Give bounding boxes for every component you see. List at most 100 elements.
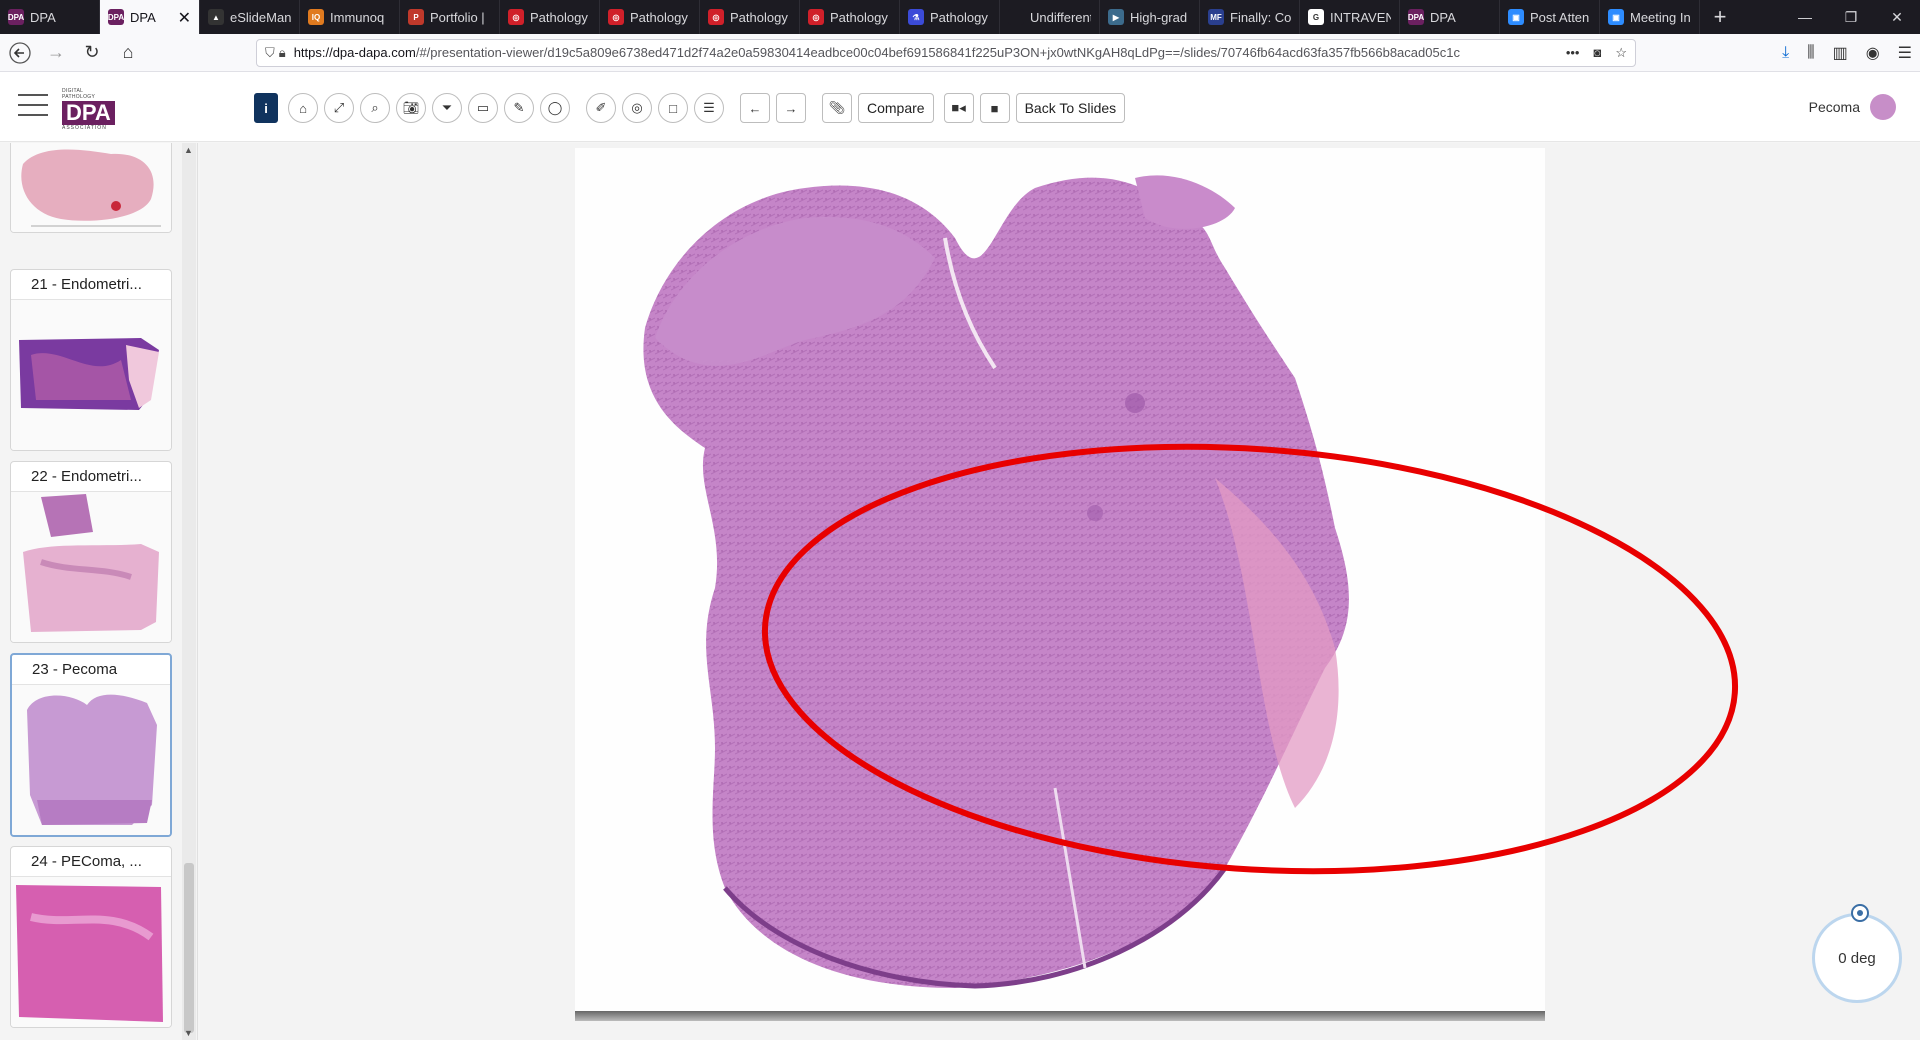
list-icon[interactable]: ☰ [694, 93, 724, 123]
tab-favicon-icon: G [1308, 9, 1324, 25]
slide-card-22[interactable]: 22 - Endometri... [10, 461, 172, 643]
rotation-dial[interactable]: 0 deg [1812, 904, 1902, 1003]
stop-icon[interactable]: ■ [979, 93, 1010, 123]
rotation-handle-icon[interactable] [1851, 904, 1869, 922]
browser-tab[interactable]: ⚗ Pathology [900, 0, 1000, 34]
browser-tab[interactable]: ◎ Pathology [600, 0, 700, 34]
browser-tab[interactable]: MF Finally: Co [1200, 0, 1300, 34]
browser-tab[interactable]: DPA DPA [0, 0, 100, 34]
zoom-icon[interactable]: ⌕ [360, 93, 390, 123]
menu-icon[interactable]: ☰ [1898, 43, 1912, 63]
pencil-icon[interactable]: ✎ [504, 93, 534, 123]
library-icon[interactable]: ⫼ [1807, 44, 1814, 62]
filter-icon[interactable]: ⏷ [432, 93, 462, 123]
back-to-slides-button[interactable]: Back To Slides [1015, 93, 1126, 123]
forward-icon[interactable]: → [40, 37, 72, 69]
previous-slide-icon[interactable]: ← [740, 93, 770, 123]
tab-title: DPA [30, 9, 56, 25]
slide-card-24[interactable]: 24 - PEComa, ... [10, 846, 172, 1028]
tab-title: Pathology [630, 9, 688, 25]
fullscreen-icon[interactable]: ⤢ [324, 93, 354, 123]
browser-tab[interactable]: ◎ Pathology [700, 0, 800, 34]
browser-tab[interactable]: ▶ High-grad [1100, 0, 1200, 34]
page-actions-icon[interactable]: ••• [1566, 45, 1580, 61]
new-tab-button[interactable]: + [1700, 0, 1740, 34]
browser-tab[interactable]: Undifferentiat [1000, 0, 1100, 34]
scroll-up-icon[interactable]: ▲ [184, 145, 193, 155]
draw-tool-icon[interactable]: ✐ [586, 93, 616, 123]
browser-tab[interactable]: ◎ Pathology [800, 0, 900, 34]
app-header: DIGITAL PATHOLOGY DPA ASSOCIATION i ⌂ ⤢ ⌕… [0, 72, 1920, 142]
browser-tab[interactable]: P Portfolio | [400, 0, 500, 34]
tab-favicon-icon: ◎ [708, 9, 724, 25]
info-button[interactable]: i [254, 93, 278, 123]
shield-icon[interactable]: ⛉ [265, 45, 275, 61]
lock-icon[interactable]: 🔒︎ [279, 45, 286, 61]
browser-tab[interactable]: ▣ Post Atten [1500, 0, 1600, 34]
user-menu[interactable]: Pecoma [1809, 94, 1896, 120]
rotation-value: 0 deg [1838, 949, 1876, 967]
slide-thumbnail [11, 877, 171, 1027]
browser-tab[interactable]: DPA DPA [1400, 0, 1500, 34]
reload-icon[interactable]: ↻ [76, 37, 108, 69]
annotation-ellipse[interactable] [751, 416, 1750, 903]
tab-favicon-icon: MF [1208, 9, 1224, 25]
avatar[interactable] [1870, 94, 1896, 120]
tab-list: DPA DPA DPA DPA ✕ ▲ eSlideMan IQ Immunoq P Portfol… [0, 0, 1700, 34]
viewer-toolbar: i ⌂ ⤢ ⌕ 📷︎ ⏷ ▭ ✎ ◯ ✐ ◎ □ ☰ ← → 📎︎ Compar… [254, 92, 1133, 124]
bookmark-star-icon[interactable]: ☆ [1615, 45, 1627, 61]
tab-favicon-icon: DPA [108, 9, 124, 25]
slide-card-20[interactable] [10, 143, 172, 233]
slide-card-23[interactable]: 23 - Pecoma [10, 653, 172, 837]
slide-list-sidebar: 21 - Endometri... 22 - Endometri... 23 -… [0, 143, 198, 1040]
circle-tool-icon[interactable]: ◎ [622, 93, 652, 123]
window-controls: — ❐ ✕ [1782, 0, 1920, 34]
slide-card-title: 24 - PEComa, ... [11, 847, 171, 877]
presentation-icon[interactable]: ▭ [468, 93, 498, 123]
video-icon[interactable]: ■◂ [943, 93, 974, 123]
browser-tab[interactable]: ◎ Pathology [500, 0, 600, 34]
browser-tab[interactable]: G INTRAVEN [1300, 0, 1400, 34]
tab-favicon-icon: ▣ [1608, 9, 1624, 25]
back-icon[interactable] [4, 37, 36, 69]
sidebar-scrollbar[interactable]: ▲ ▼ [182, 143, 196, 1040]
url-bar[interactable]: ⛉ 🔒︎ https://dpa-dapa.com/#/presentation… [256, 38, 1636, 67]
rectangle-tool-icon[interactable]: □ [658, 93, 688, 123]
account-icon[interactable]: ◉ [1866, 43, 1880, 63]
browser-tab[interactable]: DPA DPA ✕ [100, 0, 200, 34]
restore-icon[interactable]: ❐ [1828, 0, 1874, 34]
home-icon[interactable]: ⌂ [112, 37, 144, 69]
tab-title: Pathology [930, 9, 988, 25]
scrollbar-thumb[interactable] [184, 863, 194, 1033]
compare-button[interactable]: Compare [858, 93, 934, 123]
download-icon[interactable]: ⤓ [1782, 44, 1789, 62]
browser-tab[interactable]: ▣ Meeting In [1600, 0, 1700, 34]
scroll-down-icon[interactable]: ▼ [184, 1028, 193, 1038]
browser-tab[interactable]: ▲ eSlideMan [200, 0, 300, 34]
user-name: Pecoma [1808, 99, 1860, 115]
next-slide-icon[interactable]: → [776, 93, 806, 123]
slide-thumbnail [11, 143, 171, 232]
tab-favicon-icon: ◎ [508, 9, 524, 25]
minimize-icon[interactable]: — [1782, 0, 1828, 34]
tab-favicon-icon: IQ [308, 9, 324, 25]
camera-icon[interactable]: 📷︎ [396, 93, 426, 123]
browser-tab[interactable]: IQ Immunoq [300, 0, 400, 34]
slide-viewer[interactable]: 0 deg [200, 143, 1920, 1040]
tab-title: Post Atten [1530, 9, 1590, 25]
lasso-icon[interactable]: ◯ [540, 93, 570, 123]
home-view-icon[interactable]: ⌂ [288, 93, 318, 123]
close-tab-icon[interactable]: ✕ [178, 8, 191, 28]
close-window-icon[interactable]: ✕ [1874, 0, 1920, 34]
dpa-logo[interactable]: DIGITAL PATHOLOGY DPA ASSOCIATION [62, 88, 118, 131]
attachment-icon[interactable]: 📎︎ [822, 93, 852, 123]
slide-card-21[interactable]: 21 - Endometri... [10, 269, 172, 451]
pocket-icon[interactable]: ◙ [1593, 45, 1601, 61]
sidebar-toggle-icon[interactable]: ▥ [1833, 43, 1848, 63]
url-text: https://dpa-dapa.com/#/presentation-view… [293, 45, 1460, 60]
tab-favicon-icon [1008, 9, 1024, 25]
slide-card-title: 23 - Pecoma [12, 655, 170, 685]
slide-card-title: 22 - Endometri... [11, 462, 171, 492]
hamburger-menu-icon[interactable] [18, 94, 48, 118]
tab-favicon-icon: ▶ [1108, 9, 1124, 25]
